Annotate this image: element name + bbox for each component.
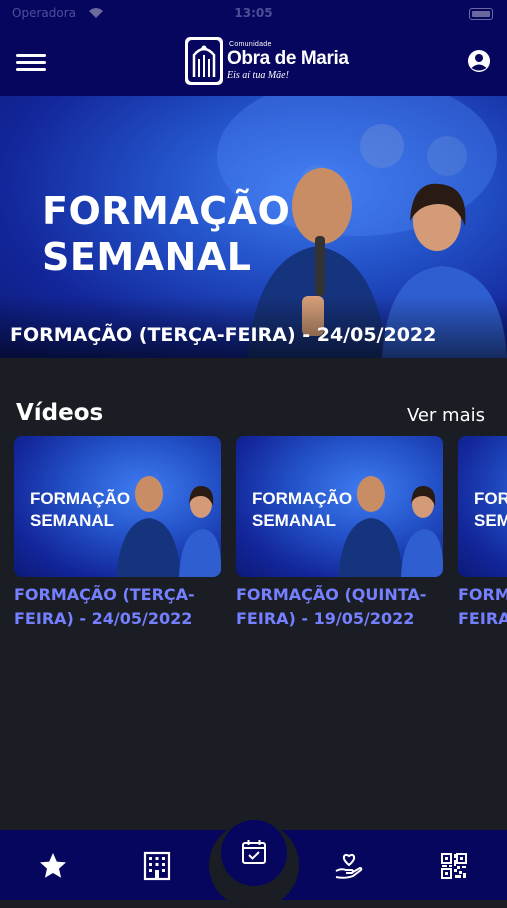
star-icon[interactable] [37,850,69,882]
calendar-check-icon [242,840,266,864]
see-more-link[interactable]: Ver mais [407,405,485,426]
app-logo: Comunidade Obra de Maria Eis aí tua Mãe! [185,37,349,89]
video-caption[interactable]: FORMAÇÃO (QUINTA-FEIRA) - 19/05/2022 [236,583,436,631]
bottom-tab-bar [0,820,507,908]
video-caption[interactable]: FORMAÇÃO (TERÇA-FEIRA) [458,583,507,631]
video-thumbnail: FORMAÇÃO SEMANAL [458,436,507,577]
heart-hand-icon[interactable] [333,850,365,882]
menu-button[interactable] [16,52,46,74]
video-card[interactable]: FORMAÇÃO SEMANAL FORMAÇÃO (TERÇA-FEIRA) [458,436,507,631]
thumbnail-title: FORMAÇÃO SEMANAL [252,489,353,530]
building-icon[interactable] [141,850,173,882]
logo-small-text: Comunidade [229,41,272,48]
logo-tagline: Eis aí tua Mãe! [227,70,289,81]
thumbnail-title: FORMAÇÃO SEMANAL [30,489,131,530]
video-thumbnail: FORMAÇÃO SEMANAL [236,436,443,577]
app-header: Comunidade Obra de Maria Eis aí tua Mãe! [0,30,507,96]
logo-name: Obra de Maria [227,48,349,69]
video-thumbnail: FORMAÇÃO SEMANAL [14,436,221,577]
qr-code-icon[interactable] [438,850,470,882]
logo-emblem-icon [185,37,223,85]
profile-icon[interactable] [467,49,491,73]
video-card[interactable]: FORMAÇÃO SEMANAL FORMAÇÃO (TERÇA-FEIRA) … [14,436,221,631]
hamburger-icon [16,54,46,57]
video-card[interactable]: FORMAÇÃO SEMANAL FORMAÇÃO (QUINTA-FEIRA)… [236,436,443,631]
videos-section-title: Vídeos [16,400,104,426]
battery-icon [469,8,493,20]
calendar-tab-button[interactable] [221,820,287,886]
banner-caption: FORMAÇÃO (TERÇA-FEIRA) - 24/05/2022 [10,324,437,346]
video-caption[interactable]: FORMAÇÃO (TERÇA-FEIRA) - 24/05/2022 [14,583,214,631]
status-bar: Operadora 13:05 [0,0,507,30]
featured-banner[interactable]: FORMAÇÃO SEMANAL FORMAÇÃO (TERÇA-FEIRA) … [0,96,507,358]
clock: 13:05 [234,6,273,20]
thumbnail-title: FORMAÇÃO SEMANAL [474,489,507,530]
banner-title: FORMAÇÃO SEMANAL [42,189,291,279]
